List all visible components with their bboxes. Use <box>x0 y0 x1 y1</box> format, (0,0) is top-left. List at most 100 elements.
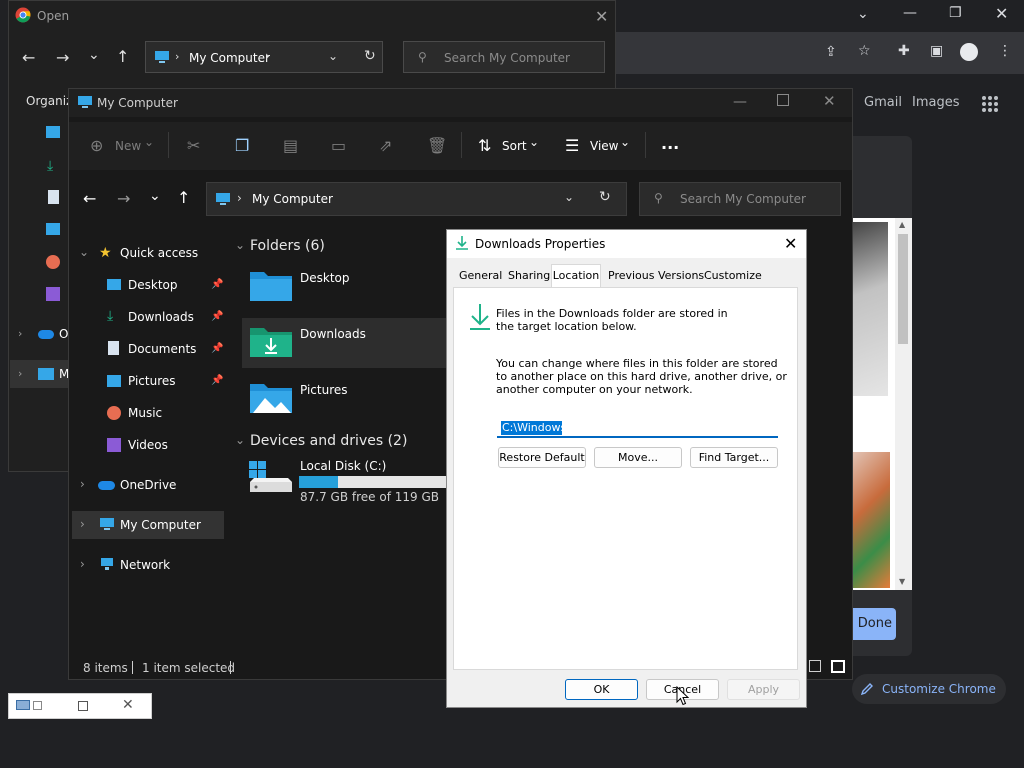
expand-chevron-icon[interactable]: › <box>18 327 22 340</box>
folder-desktop-label[interactable]: Desktop <box>300 271 350 285</box>
devices-section-header[interactable]: Devices and drives (2) <box>250 433 407 449</box>
expand-chevron-icon[interactable]: › <box>80 517 85 531</box>
folder-downloads-icon <box>249 324 293 358</box>
forward-arrow-icon[interactable]: → <box>56 48 69 67</box>
tab-customize[interactable]: Customize <box>704 266 762 286</box>
chrome-close-icon[interactable]: ✕ <box>995 4 1008 23</box>
nav-videos[interactable]: Videos <box>128 438 168 452</box>
gmail-link[interactable]: Gmail <box>864 95 902 110</box>
share-icon[interactable]: ⇪ <box>825 44 837 60</box>
open-dialog-title: Open <box>37 9 70 23</box>
nav-quick-access[interactable]: Quick access <box>120 246 198 260</box>
folder-downloads-label[interactable]: Downloads <box>300 327 366 341</box>
search-icon: ⚲ <box>418 50 427 64</box>
collapse-chevron-icon[interactable]: ⌄ <box>235 238 245 252</box>
preview-image[interactable] <box>852 452 890 588</box>
more-options-button[interactable]: ... <box>661 134 679 153</box>
back-arrow-icon[interactable]: ← <box>22 48 35 67</box>
nav-pictures[interactable]: Pictures <box>128 374 176 388</box>
maximize-icon[interactable] <box>777 94 789 106</box>
nav-desktop[interactable]: Desktop <box>128 278 178 292</box>
properties-close-icon[interactable]: ✕ <box>784 234 797 253</box>
preview-scroll-thumb[interactable] <box>898 234 908 344</box>
drive-name[interactable]: Local Disk (C:) <box>300 459 386 473</box>
paste-icon[interactable]: ▤ <box>283 136 298 155</box>
address-dropdown-icon[interactable]: ⌄ <box>564 190 574 204</box>
onedrive-icon <box>38 330 54 339</box>
nav-documents[interactable]: Documents <box>128 342 196 356</box>
documents-icon <box>108 341 119 355</box>
tab-location[interactable]: Location <box>551 264 601 288</box>
expand-chevron-icon[interactable]: › <box>80 477 85 491</box>
pin-icon[interactable]: 📌 <box>211 343 223 354</box>
collapse-chevron-icon[interactable]: ⌄ <box>79 245 89 259</box>
share-icon[interactable]: ⇗ <box>379 136 392 155</box>
expand-chevron-icon[interactable]: › <box>18 367 22 380</box>
done-button[interactable]: Done <box>846 608 896 640</box>
nav-onedrive[interactable]: OneDrive <box>120 478 176 492</box>
folder-pictures-label[interactable]: Pictures <box>300 383 348 397</box>
customize-chrome-button[interactable]: Customize Chrome <box>852 674 1006 704</box>
preview-image[interactable] <box>852 222 888 396</box>
chrome-tab-search-icon[interactable]: ⌄ <box>857 6 869 22</box>
chrome-minimize-icon[interactable]: — <box>903 5 917 21</box>
ok-button[interactable]: OK <box>565 679 638 700</box>
chrome-restore-icon[interactable]: ❐ <box>949 5 962 21</box>
cut-icon[interactable]: ✂ <box>187 136 200 155</box>
tab-general[interactable]: General <box>459 266 502 286</box>
collapse-chevron-icon[interactable]: ⌄ <box>235 433 245 447</box>
extensions-icon[interactable]: ✚ <box>898 43 910 59</box>
side-panel-icon[interactable]: ▣ <box>930 43 943 59</box>
recent-locations-chevron-icon[interactable]: ⌄ <box>149 188 161 204</box>
folders-section-header[interactable]: Folders (6) <box>250 238 325 254</box>
move-button[interactable]: Move... <box>594 447 682 468</box>
address-dropdown-icon[interactable]: ⌄ <box>328 49 338 63</box>
images-link[interactable]: Images <box>912 95 960 110</box>
new-button[interactable]: New <box>115 139 141 153</box>
sort-icon: ⇅ <box>478 136 492 155</box>
restore-default-button[interactable]: Restore Default <box>498 447 586 468</box>
desktop-icon <box>107 279 121 290</box>
nav-network[interactable]: Network <box>120 558 170 572</box>
nav-downloads[interactable]: Downloads <box>128 310 194 324</box>
scroll-up-icon[interactable]: ▲ <box>899 220 905 229</box>
view-button[interactable]: View <box>590 139 618 153</box>
google-apps-icon[interactable] <box>981 95 999 113</box>
maximize-icon[interactable] <box>78 701 88 711</box>
apply-button[interactable]: Apply <box>727 679 800 700</box>
refresh-icon[interactable]: ↻ <box>364 48 376 64</box>
expand-chevron-icon[interactable]: › <box>80 557 85 571</box>
back-arrow-icon[interactable]: ← <box>83 189 96 208</box>
sort-button[interactable]: Sort <box>502 139 527 153</box>
close-icon[interactable]: ✕ <box>122 697 134 713</box>
refresh-icon[interactable]: ↻ <box>599 189 611 205</box>
up-arrow-icon[interactable]: ↑ <box>116 47 129 66</box>
rename-icon[interactable]: ▭ <box>331 136 346 155</box>
details-view-icon[interactable] <box>809 660 821 672</box>
delete-icon[interactable]: 🗑 <box>427 136 447 155</box>
address-text: My Computer <box>252 192 333 206</box>
close-icon[interactable]: ✕ <box>823 92 836 110</box>
pin-icon[interactable]: 📌 <box>211 375 223 386</box>
tab-previous-versions[interactable]: Previous Versions <box>608 266 704 286</box>
recent-locations-chevron-icon[interactable]: ⌄ <box>88 47 100 63</box>
copy-icon[interactable]: ❐ <box>235 136 249 155</box>
nav-music[interactable]: Music <box>128 406 162 420</box>
pin-icon[interactable]: 📌 <box>211 311 223 322</box>
up-arrow-icon[interactable]: ↑ <box>177 188 190 207</box>
tiles-view-icon[interactable] <box>831 660 845 673</box>
find-target-button[interactable]: Find Target... <box>690 447 778 468</box>
chevron-down-icon: ⌄ <box>620 135 631 149</box>
pin-icon[interactable]: 📌 <box>211 279 223 290</box>
chrome-menu-icon[interactable]: ⋮ <box>998 43 1012 59</box>
profile-avatar-icon[interactable] <box>960 43 978 61</box>
minimize-icon[interactable]: — <box>733 94 747 110</box>
tab-sharing[interactable]: Sharing <box>508 266 550 286</box>
location-path-text[interactable]: C:\Windows <box>501 421 566 435</box>
nav-my-computer[interactable]: My Computer <box>120 518 201 532</box>
open-dialog-close-icon[interactable]: ✕ <box>595 7 608 26</box>
restore-icon[interactable] <box>33 701 42 710</box>
bookmark-star-icon[interactable]: ☆ <box>858 43 871 59</box>
scroll-down-icon[interactable]: ▼ <box>899 577 905 586</box>
forward-arrow-icon[interactable]: → <box>117 189 130 208</box>
